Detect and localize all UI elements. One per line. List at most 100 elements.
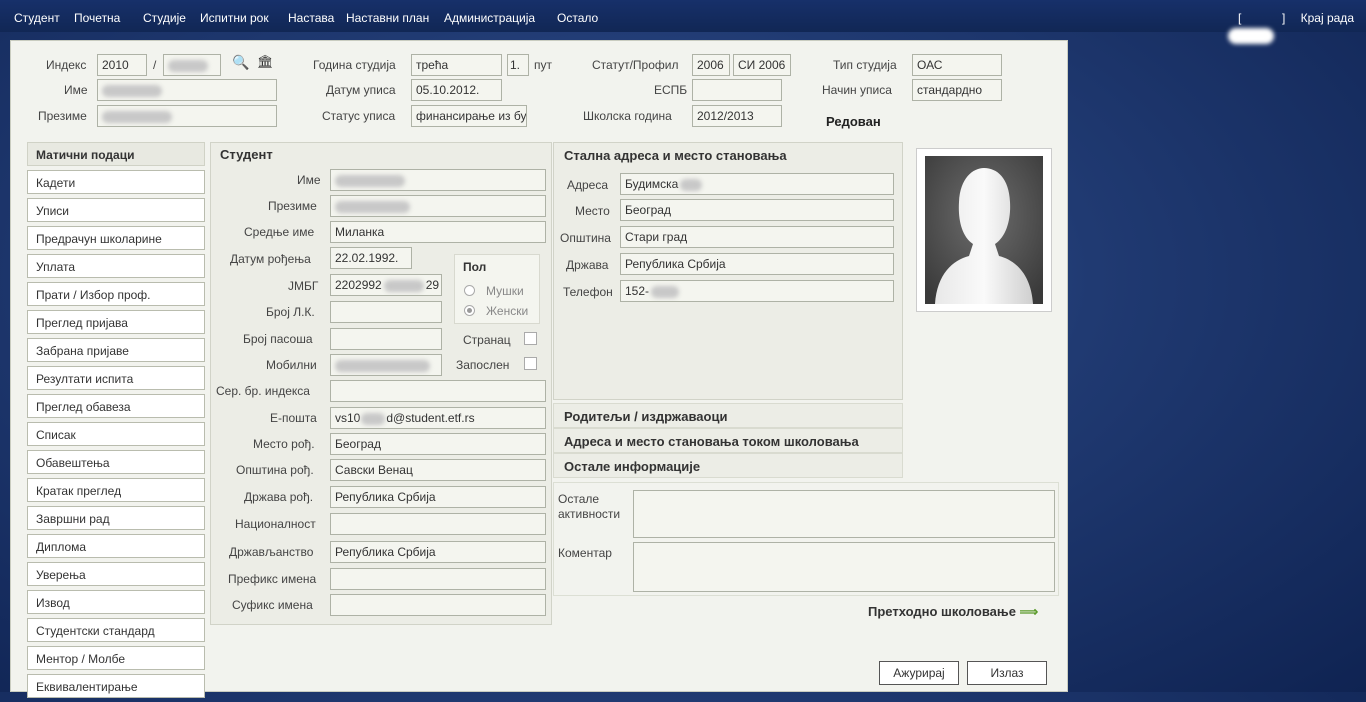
sidebar-item-upisi[interactable]: Уписи xyxy=(27,198,205,222)
index-year-field[interactable]: 2010 xyxy=(97,54,147,76)
sidebar-item-mentor[interactable]: Ментор / Молбе xyxy=(27,646,205,670)
email-end: d@student.etf.rs xyxy=(386,411,475,425)
menu-administration[interactable]: Администрација xyxy=(444,11,535,25)
sidebar-item-zabrana[interactable]: Забрана пријаве xyxy=(27,338,205,362)
ime-field[interactable] xyxy=(97,79,277,101)
stranac-checkbox[interactable] xyxy=(524,332,537,345)
drzava-label: Држава xyxy=(566,258,609,272)
adresa-value: Будимска xyxy=(625,177,679,191)
st-nac-label: Националност xyxy=(235,517,316,531)
komentar-textarea[interactable] xyxy=(633,542,1055,592)
sidebar-item-uverenja[interactable]: Уверења xyxy=(27,562,205,586)
sidebar-item-kratak[interactable]: Кратак преглед xyxy=(27,478,205,502)
sidebar-item-ekvivalentiranje[interactable]: Еквивалентирање xyxy=(27,674,205,698)
prezime-field[interactable] xyxy=(97,105,277,127)
st-prefiks-label: Префикс имена xyxy=(228,572,317,586)
st-email-field[interactable]: vs10 d@student.etf.rs xyxy=(330,407,546,429)
st-srednje-field[interactable]: Миланка xyxy=(330,221,546,243)
menu-other[interactable]: Остало xyxy=(557,11,598,25)
search-icon[interactable]: 🔍 xyxy=(232,54,249,71)
mesto-field[interactable]: Београд xyxy=(620,199,894,221)
accordion-parents[interactable]: Родитељи / издржаваоци xyxy=(553,403,903,428)
nacin-field[interactable]: стандардно xyxy=(912,79,1002,101)
radio-female[interactable] xyxy=(464,305,475,316)
jmbg-start: 2202992 xyxy=(335,278,382,292)
opstina-field[interactable]: Стари град xyxy=(620,226,894,248)
accordion-school-address[interactable]: Адреса и место становања током школовања xyxy=(553,428,903,453)
email-start: vs10 xyxy=(335,411,361,425)
profil-field[interactable]: СИ 2006 xyxy=(733,54,791,76)
sidebar-item-kadeti[interactable]: Кадети xyxy=(27,170,205,194)
telefon-label: Телефон xyxy=(563,285,613,299)
telefon-field[interactable]: 152- xyxy=(620,280,894,302)
godina-field[interactable]: трећа xyxy=(411,54,502,76)
mesto-label: Место xyxy=(575,204,610,218)
index-label: Индекс xyxy=(46,58,87,72)
st-lk-field[interactable] xyxy=(330,301,442,323)
st-pasos-field[interactable] xyxy=(330,328,442,350)
radio-male[interactable] xyxy=(464,285,475,296)
st-ser-field[interactable] xyxy=(330,380,546,402)
st-prefiks-field[interactable] xyxy=(330,568,546,590)
drzava-field[interactable]: Република Србија xyxy=(620,253,894,275)
st-mob-field[interactable] xyxy=(330,354,442,376)
sidebar-item-maticni[interactable]: Матични подаци xyxy=(27,142,205,166)
sidebar-item-predracun[interactable]: Предрачун школарине xyxy=(27,226,205,250)
index-number-field[interactable] xyxy=(163,54,221,76)
menu-exam-term[interactable]: Испитни рок xyxy=(200,11,269,25)
sidebar-item-obavestenja[interactable]: Обавештења xyxy=(27,450,205,474)
accordion-other-info[interactable]: Остале информације xyxy=(553,453,903,478)
sidebar-item-spisak[interactable]: Списак xyxy=(27,422,205,446)
st-jmbg-field[interactable]: 2202992 29 xyxy=(330,274,442,296)
menu-student[interactable]: Студент xyxy=(14,11,60,25)
st-jmbg-label: ЈМБГ xyxy=(288,279,319,293)
put-field[interactable]: 1. xyxy=(507,54,529,76)
redovan-status: Редован xyxy=(826,114,881,129)
ostale-textarea[interactable] xyxy=(633,490,1055,538)
sidebar-item-pregled-prijava[interactable]: Преглед пријава xyxy=(27,310,205,334)
st-opstina-label: Општина рођ. xyxy=(236,463,314,477)
tip-label: Тип студија xyxy=(833,58,897,72)
sidebar-item-diploma[interactable]: Диплома xyxy=(27,534,205,558)
menu-curriculum[interactable]: Наставни план xyxy=(346,11,429,25)
sidebar-item-zavrsni[interactable]: Завршни рад xyxy=(27,506,205,530)
adresa-field[interactable]: Будимска xyxy=(620,173,894,195)
menu-home[interactable]: Почетна xyxy=(74,11,120,25)
st-opstina-field[interactable]: Савски Венац xyxy=(330,459,546,481)
st-datum-field[interactable]: 22.02.1992. xyxy=(330,247,412,269)
skolska-field[interactable]: 2012/2013 xyxy=(692,105,782,127)
ostale-label-2: активности xyxy=(558,507,621,521)
st-nac-field[interactable] xyxy=(330,513,546,535)
sidebar-item-obaveze[interactable]: Преглед обавеза xyxy=(27,394,205,418)
st-mesto-field[interactable]: Београд xyxy=(330,433,546,455)
ime-label: Име xyxy=(64,83,88,97)
sidebar-item-prati[interactable]: Прати / Избор проф. xyxy=(27,282,205,306)
st-srednje-label: Средње име xyxy=(244,225,315,239)
zaposlen-label: Запослен xyxy=(456,358,510,372)
datum-upisa-field[interactable]: 05.10.2012. xyxy=(411,79,502,101)
tip-field[interactable]: ОАС xyxy=(912,54,1002,76)
previous-schooling-label: Претходно школовање xyxy=(868,604,1016,619)
sidebar-item-izvod[interactable]: Извод xyxy=(27,590,205,614)
menu-studies[interactable]: Студије xyxy=(143,11,186,25)
sidebar-item-uplata[interactable]: Уплата xyxy=(27,254,205,278)
st-drzavljanstvo-field[interactable]: Република Србија xyxy=(330,541,546,563)
exit-button[interactable]: Излаз xyxy=(967,661,1047,685)
st-ime-field[interactable] xyxy=(330,169,546,191)
zaposlen-checkbox[interactable] xyxy=(524,357,537,370)
status-upisa-field[interactable]: финансирање из буџ xyxy=(411,105,527,127)
sidebar-item-standard[interactable]: Студентски стандард xyxy=(27,618,205,642)
st-prezime-field[interactable] xyxy=(330,195,546,217)
logout-link[interactable]: Крај рада xyxy=(1301,11,1354,25)
sidebar-item-rezultati[interactable]: Резултати испита xyxy=(27,366,205,390)
previous-schooling-link[interactable]: Претходно школовање ⟹ xyxy=(868,604,1038,620)
statut-year-field[interactable]: 2006 xyxy=(692,54,730,76)
sidebar: Матични подаци Кадети Уписи Предрачун шк… xyxy=(27,142,205,702)
st-sufiks-field[interactable] xyxy=(330,594,546,616)
building-icon[interactable]: 🏛 xyxy=(257,54,274,70)
espb-field[interactable] xyxy=(692,79,782,101)
st-drzava-field[interactable]: Република Србија xyxy=(330,486,546,508)
update-button[interactable]: Ажурирај xyxy=(879,661,959,685)
menu-teaching[interactable]: Настава xyxy=(288,11,334,25)
st-mob-label: Мобилни xyxy=(266,358,317,372)
